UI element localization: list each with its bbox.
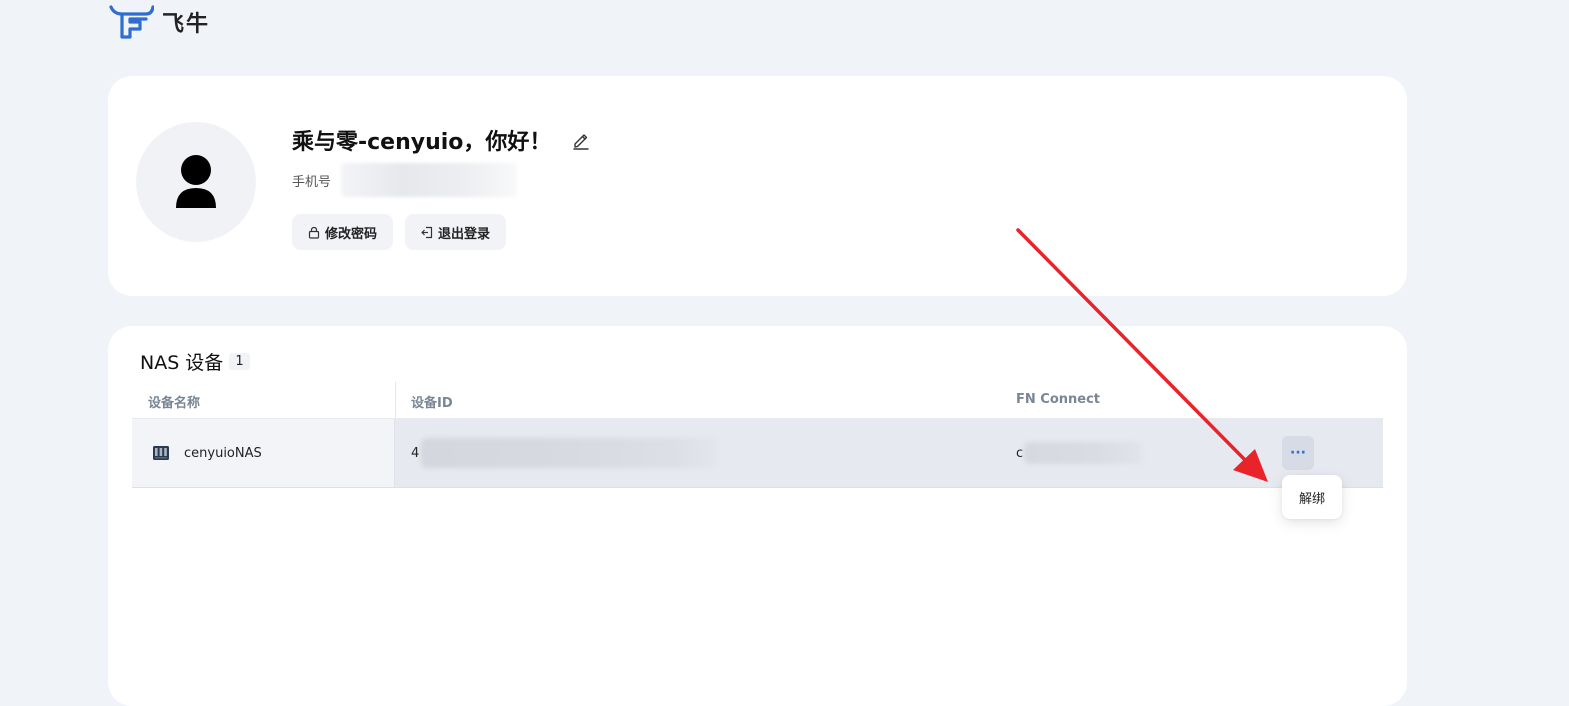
nas-device-icon xyxy=(153,446,169,460)
phone-label: 手机号 xyxy=(292,174,332,190)
logo-text: 飞牛 xyxy=(162,12,211,37)
device-id-cell: 4 xyxy=(411,419,718,487)
edit-pencil-icon[interactable] xyxy=(571,130,591,150)
phone-value-redacted xyxy=(341,163,518,197)
fn-connect-cell: c xyxy=(1016,419,1143,487)
device-name-cell: cenyuioNAS xyxy=(132,419,395,487)
devices-count-badge: 1 xyxy=(229,353,250,370)
column-divider xyxy=(395,382,396,418)
fn-connect-prefix: c xyxy=(1016,445,1024,461)
avatar xyxy=(136,122,256,242)
logout-label: 退出登录 xyxy=(438,226,491,242)
devices-title-text: NAS 设备 xyxy=(140,352,224,374)
greeting-text: 乘与零-cenyuio，你好！ xyxy=(292,130,552,155)
device-id-redacted xyxy=(421,438,718,468)
change-password-label: 修改密码 xyxy=(325,226,378,242)
unbind-menu-item[interactable]: 解绑 xyxy=(1299,488,1325,507)
more-options-button[interactable]: ··· xyxy=(1282,436,1314,470)
greeting: 乘与零-cenyuio，你好！ xyxy=(292,124,591,156)
row-actions-menu: 解绑 xyxy=(1282,475,1342,519)
profile-card: 乘与零-cenyuio，你好！ 手机号 修改密码 退出登录 xyxy=(108,76,1407,296)
phone-row: 手机号 xyxy=(292,163,518,197)
column-header-id: 设备ID xyxy=(411,396,453,411)
device-id-prefix: 4 xyxy=(411,445,420,461)
device-name: cenyuioNAS xyxy=(184,445,262,461)
table-row[interactable]: cenyuioNAS 4 c ··· xyxy=(132,419,1383,488)
devices-table: 设备名称 设备ID FN Connect cenyuioNAS 4 c ··· xyxy=(132,382,1383,488)
fn-connect-redacted xyxy=(1024,442,1143,464)
fn-logo-icon xyxy=(109,5,154,39)
app-logo[interactable]: 飞牛 xyxy=(108,2,210,42)
logout-button[interactable]: 退出登录 xyxy=(405,214,507,250)
profile-actions: 修改密码 退出登录 xyxy=(292,214,507,250)
logout-icon xyxy=(421,226,433,238)
lock-icon xyxy=(308,226,320,239)
nas-devices-card: NAS 设备 1 设备名称 设备ID FN Connect cenyuioNAS xyxy=(108,326,1407,706)
change-password-button[interactable]: 修改密码 xyxy=(292,214,394,250)
column-header-name: 设备名称 xyxy=(148,396,201,411)
user-icon xyxy=(176,155,216,208)
devices-title: NAS 设备 1 xyxy=(140,348,250,375)
column-header-fn-connect: FN Connect xyxy=(1016,392,1101,407)
table-header: 设备名称 设备ID FN Connect xyxy=(132,382,1383,419)
